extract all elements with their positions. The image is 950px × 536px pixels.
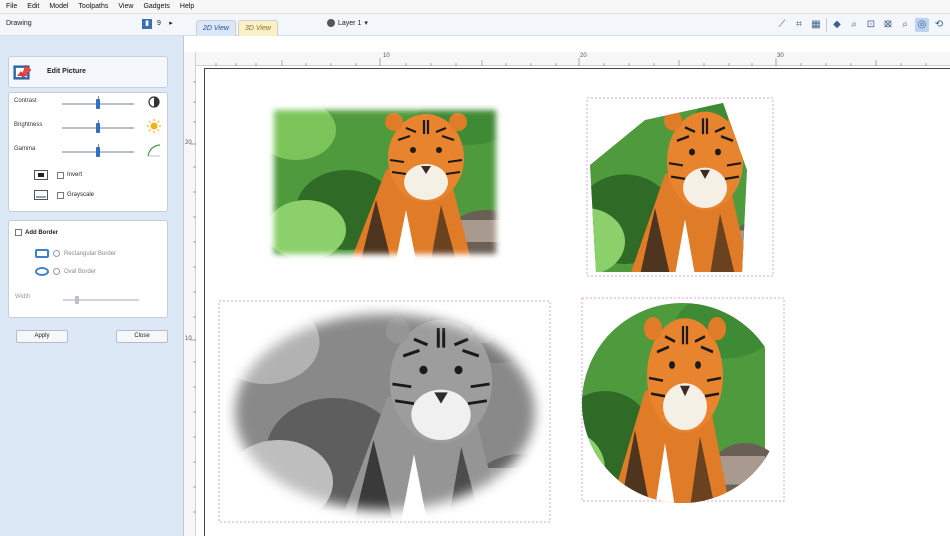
picture-layer xyxy=(209,90,805,536)
tiger-picture-rect-soft[interactable] xyxy=(254,93,528,272)
tiger-picture-pentagon[interactable] xyxy=(535,90,805,286)
tiger-picture-oval-grayscale[interactable] xyxy=(209,291,578,536)
